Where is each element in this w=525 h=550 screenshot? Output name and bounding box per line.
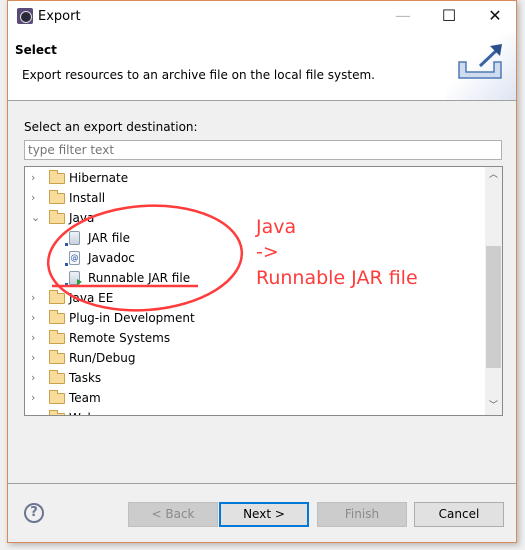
eclipse-icon: [17, 8, 33, 24]
chevron-right-icon[interactable]: ›: [31, 368, 41, 388]
tree-item-label: Javadoc: [88, 251, 135, 265]
tree-item-label: JAR file: [88, 231, 130, 245]
chevron-right-icon[interactable]: ›: [31, 348, 41, 368]
tree-item[interactable]: › Remote Systems: [25, 328, 485, 348]
tree-item-label: Hibernate: [69, 171, 129, 185]
runnable-jar-icon: [65, 271, 82, 286]
folder-icon: [49, 410, 65, 415]
tree-item[interactable]: › Hibernate: [25, 168, 485, 188]
tree-item[interactable]: › Java EE: [25, 288, 485, 308]
scroll-up-icon[interactable]: ︿: [485, 167, 502, 184]
tree-item-label: Web: [69, 408, 95, 415]
chevron-right-icon[interactable]: ›: [31, 168, 41, 188]
folder-icon: [49, 290, 65, 304]
page-description: Export resources to an archive file on t…: [22, 68, 375, 82]
tree-item-label: Install: [69, 191, 106, 205]
chevron-right-icon[interactable]: ›: [31, 308, 41, 328]
folder-icon: [49, 210, 65, 224]
export-icon: [446, 33, 516, 100]
tree-item[interactable]: ⌄ Java: [25, 208, 485, 228]
folder-icon: [49, 190, 65, 204]
chevron-right-icon[interactable]: ›: [31, 408, 41, 415]
next-button[interactable]: Next >: [219, 502, 309, 527]
cancel-button[interactable]: Cancel: [414, 502, 504, 527]
filter-input[interactable]: [24, 140, 502, 160]
tree-item-label: Run/Debug: [69, 351, 136, 365]
scrollbar-thumb[interactable]: [486, 246, 501, 368]
annotation-line-1: Java: [256, 216, 297, 238]
folder-icon: [49, 170, 65, 184]
tree-item[interactable]: JAR file: [25, 228, 485, 248]
tree-item-label: Remote Systems: [69, 331, 171, 345]
folder-icon: [49, 330, 65, 344]
tree-item[interactable]: › Install: [25, 188, 485, 208]
wizard-header: Select Export resources to an archive fi…: [8, 33, 516, 101]
chevron-right-icon[interactable]: ›: [31, 388, 41, 408]
tree-item[interactable]: › Plug-in Development: [25, 308, 485, 328]
destination-tree[interactable]: › Hibernate › Install ⌄ Java JAR file @ Javadoc R…: [24, 166, 503, 416]
annotation-line-2: ->: [256, 241, 279, 263]
javadoc-icon: @: [65, 251, 80, 266]
maximize-button[interactable]: ☐: [426, 1, 472, 33]
close-button[interactable]: ✕: [472, 1, 518, 33]
folder-icon: [49, 390, 65, 404]
chevron-down-icon[interactable]: ⌄: [31, 208, 41, 228]
finish-button[interactable]: Finish: [317, 502, 407, 527]
tree-item-label: Java EE: [69, 291, 114, 305]
page-title: Select: [15, 43, 57, 57]
annotation-line-3: Runnable JAR file: [256, 267, 418, 289]
tree-item-label: Tasks: [69, 371, 102, 385]
folder-icon: [49, 370, 65, 384]
folder-icon: [49, 310, 65, 324]
jar-icon: [65, 231, 80, 246]
vertical-scrollbar[interactable]: ︿ ﹀: [485, 167, 502, 415]
tree-item-label: Java: [69, 211, 95, 225]
help-icon[interactable]: ?: [24, 503, 44, 523]
tree-item[interactable]: › Run/Debug: [25, 348, 485, 368]
tree-item-label: Runnable JAR file: [88, 271, 191, 285]
tree-item[interactable]: › Team: [25, 388, 485, 408]
folder-icon: [49, 350, 65, 364]
tree-item[interactable]: @ Javadoc: [25, 248, 485, 268]
title-bar: Export — ☐ ✕: [8, 1, 516, 33]
chevron-right-icon[interactable]: ›: [31, 328, 41, 348]
back-button[interactable]: < Back: [128, 502, 218, 527]
chevron-right-icon[interactable]: ›: [31, 188, 41, 208]
destination-label: Select an export destination:: [24, 120, 198, 134]
tree-item-label: Team: [69, 391, 101, 405]
window-title: Export: [38, 9, 81, 24]
chevron-right-icon[interactable]: ›: [31, 288, 41, 308]
scroll-down-icon[interactable]: ﹀: [485, 398, 502, 415]
tree-item[interactable]: › Tasks: [25, 368, 485, 388]
tree-item-label: Plug-in Development: [69, 311, 195, 325]
footer-separator: [8, 483, 516, 484]
tree-item[interactable]: › Web: [25, 408, 485, 415]
minimize-button[interactable]: —: [380, 1, 426, 33]
